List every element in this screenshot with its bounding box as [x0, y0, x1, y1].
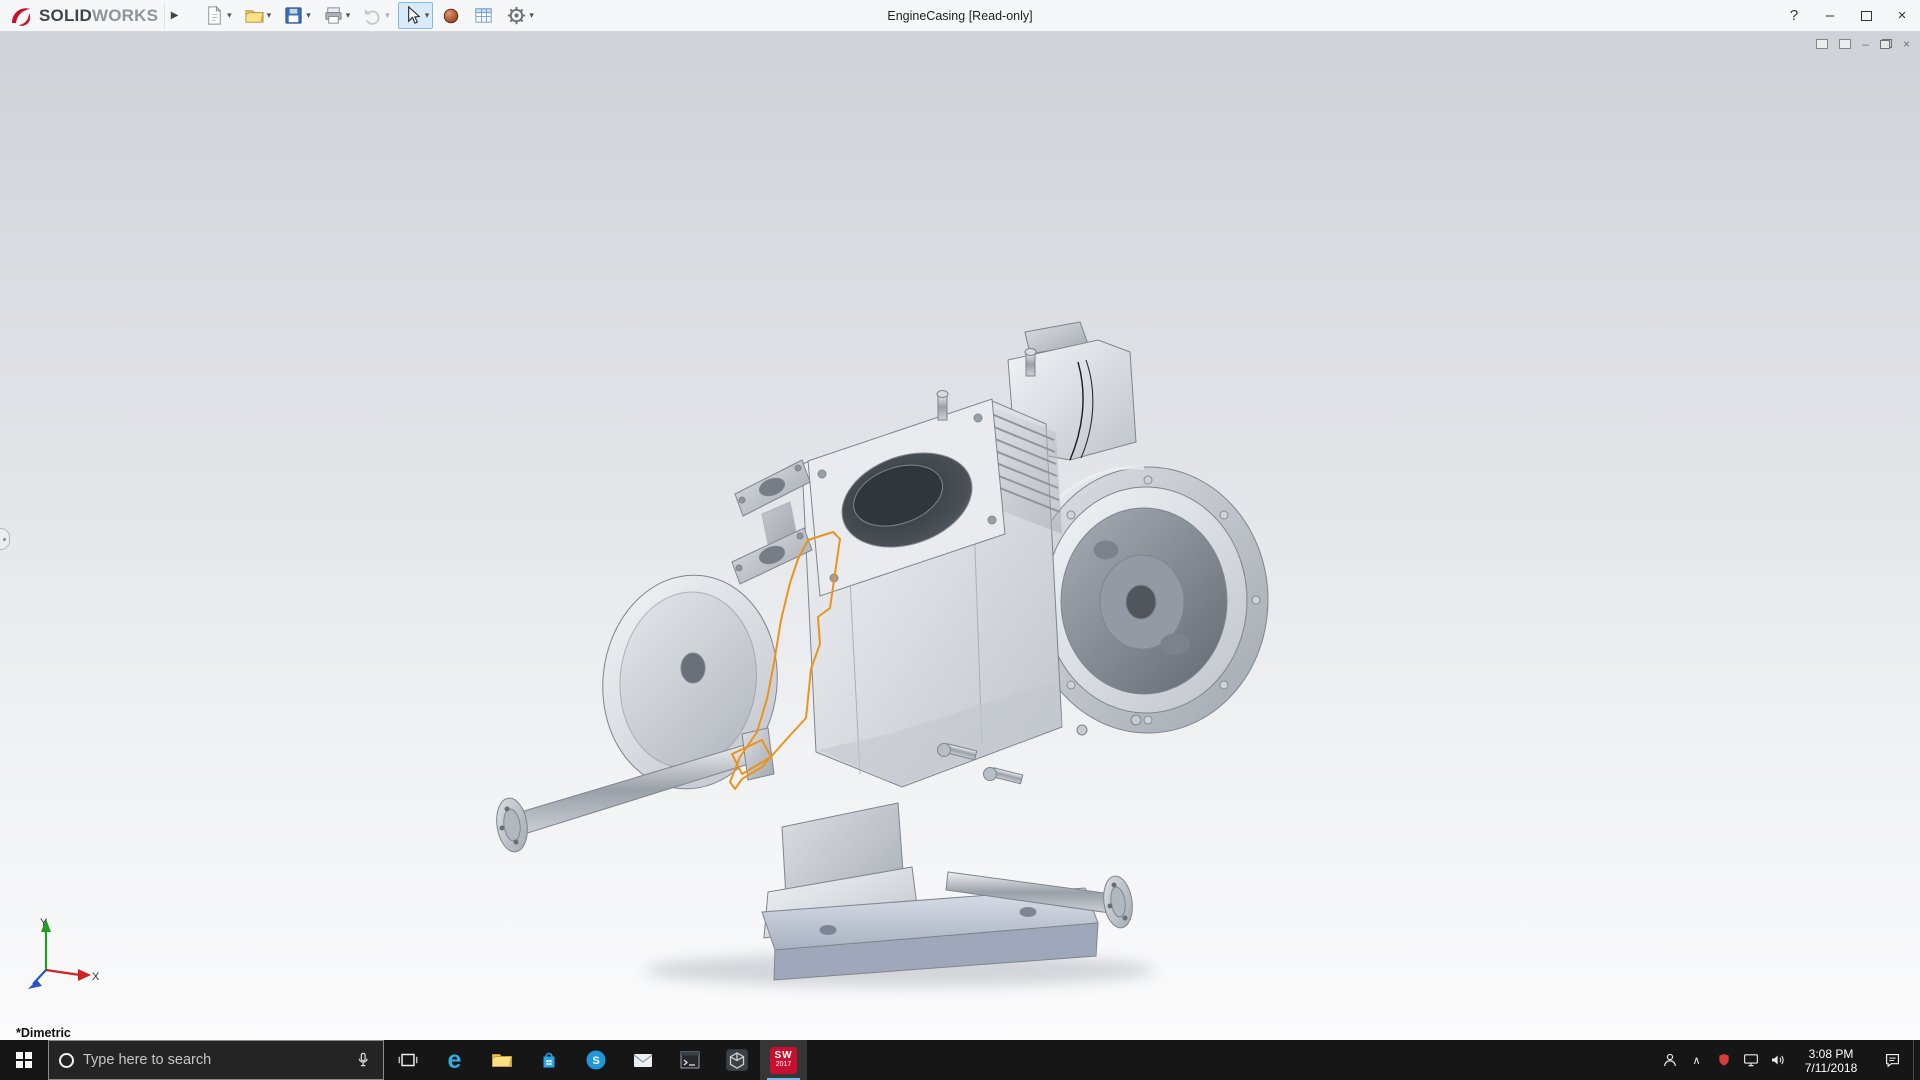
- clock-time: 3:08 PM: [1808, 1046, 1854, 1061]
- window-controls: ? – ×: [1776, 0, 1920, 31]
- options-button[interactable]: ▾: [502, 2, 538, 29]
- close-button[interactable]: ×: [1884, 0, 1920, 31]
- appearance-button[interactable]: [437, 3, 465, 29]
- save-icon: [285, 7, 302, 24]
- mail-button[interactable]: [619, 1040, 666, 1080]
- titlebar: SOLIDWORKS ▶ ▾ ▾ ▾ ▾ ▾ ▾ ▾ EngineCasing …: [0, 0, 1920, 32]
- graphics-viewport[interactable]: – × Y X *Dimetric: [0, 32, 1920, 1040]
- svg-text:S: S: [592, 1055, 599, 1067]
- dassault-ds-icon: [12, 7, 31, 26]
- menu-flyout-arrow[interactable]: ▶: [164, 3, 184, 28]
- security-shield-icon: [1718, 1054, 1729, 1066]
- document-close-button[interactable]: ×: [1903, 37, 1910, 51]
- dropdown-caret[interactable]: ▾: [267, 11, 272, 20]
- save-button[interactable]: ▾: [279, 2, 315, 29]
- cortana-icon: [59, 1052, 74, 1068]
- store-button[interactable]: [525, 1040, 572, 1080]
- z-axis-arrow: [32, 969, 47, 985]
- microphone-icon[interactable]: [353, 1050, 373, 1070]
- cad-cube-icon: [725, 1049, 748, 1071]
- skype-button[interactable]: S: [572, 1040, 619, 1080]
- people-button[interactable]: [1656, 1040, 1683, 1080]
- windows-taskbar: e S: [0, 1040, 1920, 1080]
- taskbar-clock[interactable]: 3:08 PM 7/11/2018: [1791, 1046, 1871, 1075]
- solidworks-window: SOLIDWORKS ▶ ▾ ▾ ▾ ▾ ▾ ▾ ▾ EngineCasing …: [0, 0, 1920, 1080]
- new-document-icon: [208, 5, 222, 25]
- x-axis-arrow: [78, 969, 91, 981]
- hidden-icons-button[interactable]: ∧: [1683, 1040, 1710, 1080]
- volume-button[interactable]: [1764, 1040, 1791, 1080]
- orientation-triad: Y X: [28, 917, 100, 989]
- skype-icon: S: [586, 1050, 605, 1070]
- panel-splitter-handle[interactable]: [0, 528, 10, 550]
- x-axis-label: X: [92, 971, 100, 983]
- open-button[interactable]: ▾: [240, 2, 276, 29]
- task-view-icon: [398, 1053, 417, 1067]
- solidworks-2017-icon: SW 2017: [770, 1046, 797, 1074]
- design-table-button[interactable]: [469, 2, 498, 29]
- open-icon: [245, 10, 264, 23]
- maximize-button[interactable]: [1848, 0, 1884, 31]
- volume-icon: [1771, 1055, 1784, 1065]
- network-button[interactable]: [1737, 1040, 1764, 1080]
- show-desktop-button[interactable]: [1913, 1040, 1920, 1080]
- design-table-icon: [475, 8, 492, 23]
- appearance-icon: [444, 8, 459, 23]
- mail-icon: [633, 1054, 652, 1067]
- system-tray: ∧ 3:08 PM 7/11/2018: [1656, 1040, 1920, 1080]
- dropdown-caret[interactable]: ▾: [529, 11, 534, 20]
- solidworks-logo: SOLIDWORKS: [0, 0, 164, 31]
- undo-button[interactable]: ▾: [358, 2, 394, 29]
- new-document-button[interactable]: ▾: [200, 2, 236, 29]
- file-explorer-icon: [491, 1054, 512, 1067]
- print-button[interactable]: ▾: [319, 2, 355, 29]
- clock-date: 7/11/2018: [1804, 1060, 1858, 1075]
- dropdown-caret[interactable]: ▾: [346, 11, 351, 20]
- solidworks-wordmark: SOLIDWORKS: [39, 5, 159, 25]
- store-icon: [543, 1052, 554, 1068]
- dropdown-caret[interactable]: ▾: [306, 11, 311, 20]
- dropdown-caret[interactable]: ▾: [425, 11, 430, 20]
- action-center-button[interactable]: [1871, 1040, 1913, 1080]
- network-icon: [1743, 1054, 1758, 1067]
- command-prompt-icon: [680, 1051, 699, 1069]
- cad-utility-button[interactable]: [713, 1040, 760, 1080]
- task-view-button[interactable]: [384, 1040, 431, 1080]
- windows-logo-icon: [16, 1052, 32, 1068]
- action-center-icon: [1885, 1053, 1899, 1067]
- model-body: [496, 321, 1269, 981]
- document-restore-button[interactable]: [1879, 39, 1892, 49]
- document-cascade-icon[interactable]: [1839, 39, 1852, 49]
- minimize-button[interactable]: –: [1812, 0, 1848, 31]
- edge-icon: e: [447, 1045, 462, 1074]
- select-tool-button[interactable]: ▾: [397, 2, 434, 29]
- help-button[interactable]: ?: [1776, 0, 1812, 31]
- dropdown-caret[interactable]: ▾: [227, 11, 232, 20]
- taskbar-search[interactable]: [48, 1040, 384, 1080]
- command-prompt-button[interactable]: [666, 1040, 713, 1080]
- solidworks-2017-button[interactable]: SW 2017: [760, 1040, 807, 1080]
- dropdown-caret[interactable]: ▾: [385, 11, 390, 20]
- document-title: EngineCasing [Read-only]: [887, 8, 1033, 23]
- security-shield-button[interactable]: [1710, 1040, 1737, 1080]
- options-gear-icon: [508, 6, 526, 25]
- maximize-icon: [1860, 10, 1872, 21]
- engine-casing-model[interactable]: [430, 282, 1330, 1012]
- view-orientation-label: *Dimetric: [16, 1026, 71, 1040]
- print-icon: [325, 7, 342, 24]
- y-axis-label: Y: [40, 917, 48, 929]
- taskbar-pinned-apps: e S SW 2017: [384, 1040, 807, 1080]
- edge-browser-button[interactable]: e: [431, 1040, 478, 1080]
- quick-access-toolbar: ▾ ▾ ▾ ▾ ▾ ▾ ▾: [200, 2, 538, 29]
- file-explorer-button[interactable]: [478, 1040, 525, 1080]
- document-window-controls: – ×: [1816, 37, 1910, 51]
- document-minimize-button[interactable]: –: [1862, 37, 1869, 51]
- select-cursor-icon: [407, 5, 421, 24]
- document-window-icon[interactable]: [1816, 39, 1829, 49]
- taskbar-search-input[interactable]: [83, 1052, 344, 1068]
- people-icon: [1663, 1053, 1676, 1067]
- start-button[interactable]: [0, 1040, 48, 1080]
- undo-icon: [365, 8, 380, 25]
